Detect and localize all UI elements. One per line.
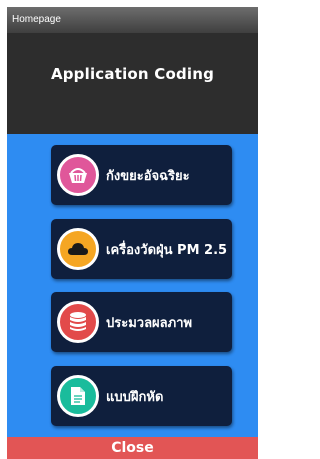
exercises-button[interactable]: แบบฝึกหัด xyxy=(51,366,232,426)
smart-bin-button[interactable]: กังขยะอัจฉริยะ xyxy=(51,145,232,205)
cloud-icon xyxy=(57,228,99,270)
window-titlebar: Homepage xyxy=(7,7,258,33)
app-screen: Homepage Application Coding กังขยะอัจฉริ… xyxy=(7,7,258,459)
app-header: Application Coding xyxy=(7,33,258,134)
window-title: Homepage xyxy=(12,14,61,25)
pm25-meter-button[interactable]: เครื่องวัดฝุ่น PM 2.5 xyxy=(51,219,232,279)
pm25-meter-label: เครื่องวัดฝุ่น PM 2.5 xyxy=(106,242,228,258)
database-icon xyxy=(57,301,99,343)
close-button[interactable]: Close xyxy=(7,437,258,459)
image-processing-button[interactable]: ประมวลผลภาพ xyxy=(51,292,232,352)
exercises-label: แบบฝึกหัด xyxy=(106,389,164,405)
smart-bin-label: กังขยะอัจฉริยะ xyxy=(106,168,190,184)
basket-icon xyxy=(57,154,99,196)
page-title: Application Coding xyxy=(50,64,215,83)
document-icon xyxy=(57,375,99,417)
image-processing-label: ประมวลผลภาพ xyxy=(106,315,193,331)
